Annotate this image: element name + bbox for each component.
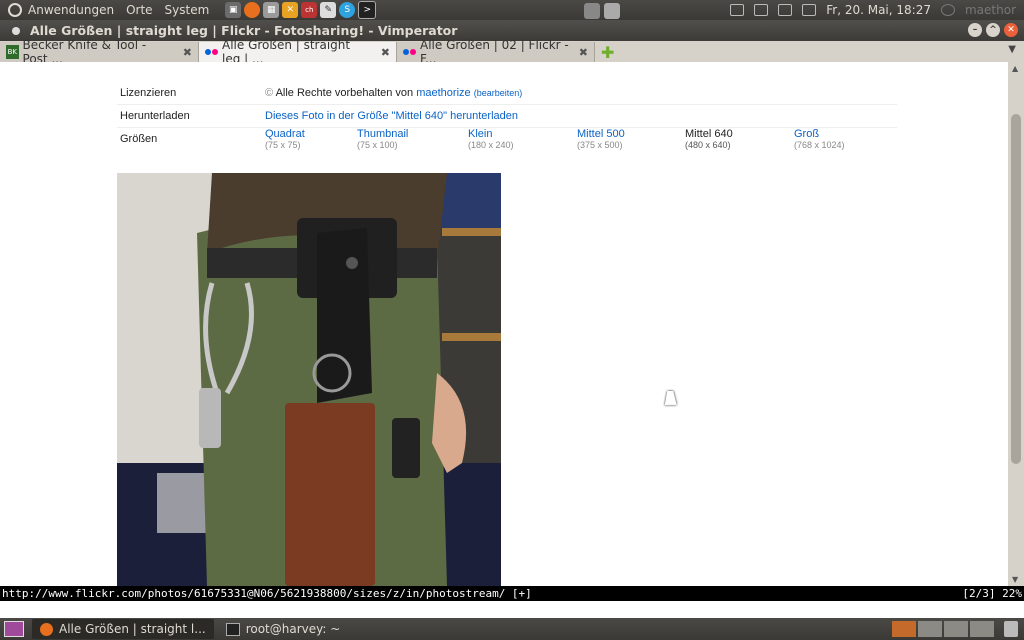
mail-icon[interactable]	[802, 4, 817, 16]
window-title: Alle Größen | straight leg | Flickr - Fo…	[30, 23, 458, 38]
flickr-favicon-icon	[205, 49, 218, 55]
user-name[interactable]: maethor	[965, 3, 1016, 17]
license-edit-link[interactable]: (bearbeiten)	[474, 88, 523, 98]
tab-becker[interactable]: BK Becker Knife & Tool - Post ... ✖	[0, 38, 199, 66]
size-option-mittel-500[interactable]: Mittel 500 (375 x 500)	[577, 128, 625, 150]
tray-app-icon[interactable]	[604, 3, 620, 19]
copyright-icon: ©	[265, 87, 274, 99]
download-link[interactable]: Dieses Foto in der Größe "Mittel 640" he…	[265, 110, 518, 122]
tab-list-dropdown-icon[interactable]: ▼	[1008, 44, 1016, 55]
flickr-favicon-icon	[403, 49, 416, 55]
page-content: Lizenzieren © Alle Rechte vorbehalten vo…	[0, 62, 1008, 586]
firefox-task-icon	[40, 622, 53, 636]
tab-close-icon[interactable]: ✖	[579, 46, 588, 59]
minimize-button[interactable]: –	[968, 23, 982, 37]
size-dims: (480 x 640)	[685, 140, 731, 150]
sizes-row: Größen Quadrat (75 x 75) Thumbnail (75 x…	[117, 128, 897, 168]
size-name-current: Mittel 640	[685, 128, 733, 140]
size-dims: (375 x 500)	[577, 140, 623, 150]
top-panel: Anwendungen Orte System ▣ ▦ ✕ ch ✎ S > F…	[0, 0, 1024, 20]
license-text: Alle Rechte vorbehalten von	[275, 87, 414, 99]
workspace-switcher	[892, 621, 994, 637]
size-name[interactable]: Thumbnail	[357, 128, 408, 140]
firefox-icon[interactable]	[244, 2, 261, 18]
menu-system[interactable]: System	[165, 3, 210, 17]
tab-flickr-02[interactable]: Alle Größen | 02 | Flickr - F... ✖	[397, 38, 595, 66]
license-label: Lizenzieren	[120, 87, 177, 99]
tray-window-icon[interactable]	[584, 3, 600, 19]
vertical-scrollbar[interactable]: ▲ ▼	[1008, 62, 1024, 586]
workspace-3[interactable]	[944, 621, 968, 637]
size-dims: (768 x 1024)	[794, 140, 845, 150]
license-user-link[interactable]: maethorize	[416, 87, 470, 99]
scrollbar-thumb[interactable]	[1011, 114, 1021, 464]
editor-icon[interactable]: ✎	[320, 2, 337, 18]
size-name[interactable]: Mittel 500	[577, 128, 625, 140]
new-tab-icon[interactable]: ✚	[601, 44, 614, 62]
vimperator-command-line[interactable]	[0, 601, 1024, 618]
terminal-icon[interactable]: >	[358, 1, 377, 19]
menu-places[interactable]: Orte	[126, 3, 152, 17]
chat-status-icon[interactable]	[940, 4, 955, 16]
close-window-button[interactable]: ✕	[1004, 23, 1018, 37]
chat-icon[interactable]: ch	[301, 2, 318, 18]
scroll-up-icon[interactable]: ▲	[1012, 64, 1018, 73]
trash-icon[interactable]	[1004, 621, 1018, 637]
menu-applications[interactable]: Anwendungen	[28, 3, 114, 17]
photo-image[interactable]	[117, 173, 501, 586]
vimperator-statusbar: http://www.flickr.com/photos/61675331@N0…	[0, 586, 1024, 601]
maximize-button[interactable]: ^	[986, 23, 1000, 37]
size-dims: (75 x 75)	[265, 140, 301, 150]
license-row: Lizenzieren © Alle Rechte vorbehalten vo…	[117, 82, 897, 105]
size-dims: (180 x 240)	[468, 140, 514, 150]
battery-icon[interactable]	[754, 4, 769, 16]
size-option-quadrat[interactable]: Quadrat (75 x 75)	[265, 128, 305, 150]
show-desktop-icon[interactable]	[4, 621, 24, 637]
tab-bar: BK Becker Knife & Tool - Post ... ✖ Alle…	[0, 38, 1024, 66]
ubuntu-logo-icon[interactable]	[8, 3, 22, 17]
photo-info-table: Lizenzieren © Alle Rechte vorbehalten vo…	[117, 82, 897, 168]
calculator-icon[interactable]: ▦	[263, 2, 280, 18]
size-dims: (75 x 100)	[357, 140, 398, 150]
status-url: http://www.flickr.com/photos/61675331@N0…	[2, 587, 532, 600]
task-label: root@harvey: ~	[245, 622, 341, 636]
terminal-task-icon	[225, 622, 240, 636]
workspace-4[interactable]	[970, 621, 994, 637]
tab-close-icon[interactable]: ✖	[381, 46, 390, 59]
sizes-label: Größen	[120, 133, 158, 145]
size-option-klein[interactable]: Klein (180 x 240)	[468, 128, 514, 150]
size-name[interactable]: Groß	[794, 128, 845, 140]
launcher-icon[interactable]: ▣	[225, 2, 242, 18]
scroll-down-icon[interactable]: ▼	[1012, 575, 1018, 584]
network-icon[interactable]	[730, 4, 745, 16]
skype-icon[interactable]: S	[339, 2, 356, 18]
workspace-2[interactable]	[918, 621, 942, 637]
status-position: [2/3] 22%	[962, 587, 1022, 600]
size-name[interactable]: Quadrat	[265, 128, 305, 140]
bottom-panel: Alle Größen | straight l... root@harvey:…	[0, 618, 1024, 640]
size-name[interactable]: Klein	[468, 128, 514, 140]
becker-favicon-icon: BK	[6, 45, 19, 59]
mouse-cursor-icon	[664, 391, 680, 405]
size-option-thumbnail[interactable]: Thumbnail (75 x 100)	[357, 128, 408, 150]
window-menu-icon[interactable]	[12, 26, 20, 35]
task-label: Alle Größen | straight l...	[59, 622, 206, 636]
size-option-mittel-640: Mittel 640 (480 x 640)	[685, 128, 733, 150]
taskbar-item-firefox[interactable]: Alle Größen | straight l...	[32, 619, 214, 639]
download-row: Herunterladen Dieses Foto in der Größe "…	[117, 105, 897, 128]
download-label: Herunterladen	[120, 110, 190, 122]
tab-close-icon[interactable]: ✖	[183, 46, 192, 59]
workspace-1[interactable]	[892, 621, 916, 637]
photo-knife-on-belt	[117, 173, 501, 586]
volume-icon[interactable]	[778, 4, 793, 16]
clock[interactable]: Fr, 20. Mai, 18:27	[826, 3, 931, 17]
tab-flickr-straight-leg[interactable]: Alle Größen | straight leg | ... ✖	[199, 38, 397, 66]
size-option-gross[interactable]: Groß (768 x 1024)	[794, 128, 845, 150]
tools-icon[interactable]: ✕	[282, 2, 299, 18]
taskbar-item-terminal[interactable]: root@harvey: ~	[218, 619, 349, 639]
